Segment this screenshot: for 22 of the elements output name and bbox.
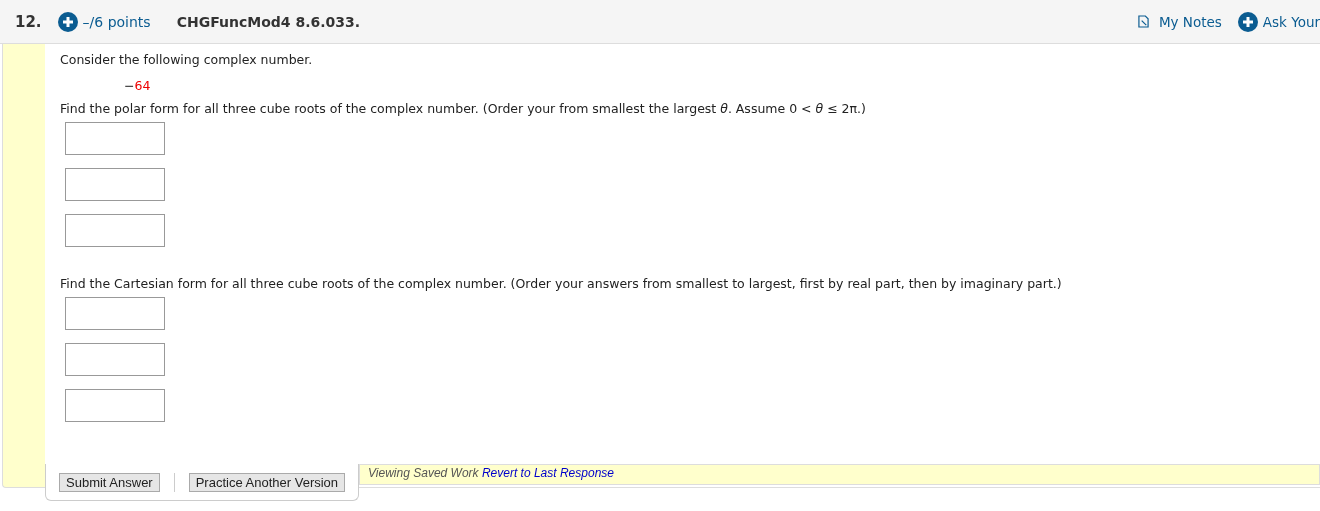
question-text: Find the Cartesian form for all three cube roots of the complex number. (Order your answers from smallest to largest, first by real part, then by imaginary part.): [60, 275, 1062, 292]
question-text: Find the polar form for all three cube roots of the complex number. (Order your from smallest the largest θ. Assume 0 < θ ≤ 2π.): [60, 100, 866, 117]
answer-box[interactable]: [65, 168, 165, 201]
practice-button[interactable]: Practice Another Version: [188, 473, 346, 492]
answer-box[interactable]: [65, 122, 165, 155]
ask-link[interactable]: Ask Your: [1262, 13, 1320, 30]
points-label: –/6 points: [82, 13, 151, 30]
plus-icon[interactable]: [57, 11, 78, 32]
note-icon[interactable]: [1137, 15, 1149, 28]
answer-box[interactable]: [65, 343, 165, 376]
intro-text: Consider the following complex number.: [60, 51, 313, 68]
answer-box[interactable]: [65, 389, 165, 422]
answer-box[interactable]: [65, 214, 165, 247]
revert-link[interactable]: Revert to Last Response: [481, 466, 614, 480]
complex-number: −64: [124, 78, 151, 93]
question-number: 12.: [15, 12, 42, 31]
question-code: CHGFuncMod4 8.6.033.: [176, 13, 361, 30]
saved-status: Viewing Saved Work: [368, 466, 479, 480]
my-notes-link[interactable]: My Notes: [1158, 13, 1222, 30]
plus-icon[interactable]: [1237, 11, 1258, 32]
answer-box[interactable]: [65, 297, 165, 330]
submit-button[interactable]: Submit Answer: [59, 473, 160, 492]
